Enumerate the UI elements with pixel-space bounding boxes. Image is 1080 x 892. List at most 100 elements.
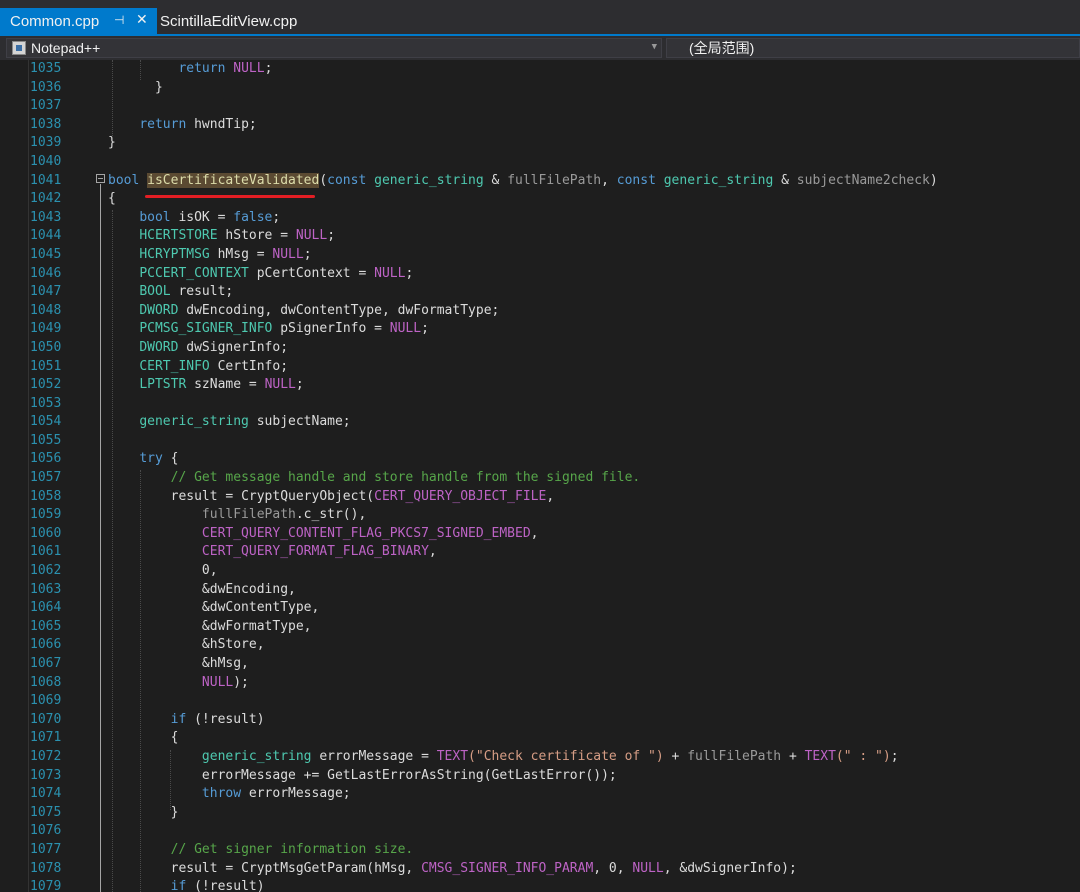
keyword: const: [616, 172, 656, 188]
code-text-run: (: [319, 172, 328, 188]
keyword: bool: [139, 209, 171, 225]
type-name: LPTSTR: [139, 377, 187, 393]
code-line: generic_string subjectName;: [108, 413, 1078, 432]
line-number: 1048: [30, 302, 62, 318]
line-number: 1073: [30, 767, 62, 783]
code-text-run: &dwEncoding,: [201, 581, 296, 597]
line-number: 1059: [30, 507, 62, 523]
macro: NULL: [201, 674, 234, 690]
line-number: 1039: [30, 135, 62, 151]
macro: NULL: [632, 860, 664, 876]
code-text-run: }: [154, 79, 163, 95]
macro: CMSG_SIGNER_INFO_PARAM: [421, 860, 594, 876]
function-name-highlight[interactable]: isCertificateValidated: [147, 172, 320, 188]
line-number: 1075: [30, 804, 62, 820]
string-literal: ("Check certificate of "): [468, 748, 664, 764]
code-text-run: +: [663, 748, 688, 764]
type-name: BOOL: [139, 284, 171, 300]
code-text-run: &: [483, 172, 508, 188]
code-line: BOOL result;: [108, 283, 1078, 302]
macro: NULL: [295, 228, 328, 244]
code-text-run: result = CryptQueryObject(: [170, 488, 375, 504]
code-text-run: ;: [421, 321, 429, 337]
code-text-run: ;: [272, 209, 281, 225]
code-text-run: ,: [546, 488, 555, 504]
scope-label: (全局范围): [689, 40, 755, 56]
type-name: HCERTSTORE: [139, 228, 218, 244]
code-line: generic_string errorMessage = TEXT("Chec…: [108, 748, 1078, 767]
keyword: return: [178, 61, 226, 76]
line-number: 1074: [30, 786, 62, 802]
project-icon: [12, 41, 26, 55]
code-text-run: errorMessage;: [241, 786, 351, 802]
code-text-run: {: [162, 451, 179, 467]
code-line: &hMsg,: [108, 655, 1078, 674]
project-dropdown[interactable]: Notepad++ ▼: [6, 38, 662, 58]
code-text-run: szName =: [186, 377, 265, 393]
code-text-run: {: [108, 191, 116, 207]
line-number: 1051: [30, 358, 62, 374]
type-name: DWORD: [139, 339, 179, 355]
code-text-run: );: [233, 674, 249, 690]
code-text-run: , 0,: [593, 860, 633, 876]
code-line: &dwFormatType,: [108, 618, 1078, 637]
code-line: CERT_QUERY_CONTENT_FLAG_PKCS7_SIGNED_EMB…: [108, 525, 1078, 544]
code-text-run: }: [108, 135, 116, 151]
tab-scintillaeditview-cpp[interactable]: ScintillaEditView.cpp: [160, 8, 297, 34]
line-number: 1043: [30, 209, 62, 225]
line-number: 1054: [30, 414, 62, 430]
code-text-run: +: [781, 748, 805, 764]
code-line: PCMSG_SIGNER_INFO pSignerInfo = NULL;: [108, 320, 1078, 339]
code-text-run: ;: [264, 61, 273, 76]
line-number: 1055: [30, 432, 62, 448]
line-number-gutter: 1035 1036 1037 1038 1039 1040 1041 1042 1043 1044…: [30, 60, 70, 892]
type-name: generic_string: [374, 172, 484, 188]
scope-dropdown[interactable]: (全局范围): [666, 38, 1080, 58]
type-name: PCMSG_SIGNER_INFO: [139, 321, 273, 337]
code-text-run: &: [773, 172, 797, 188]
code-line: throw errorMessage;: [108, 785, 1078, 804]
code-text-run: subjectName;: [248, 414, 351, 430]
fold-guide: [100, 184, 101, 892]
type-name: generic_string: [663, 172, 774, 188]
close-icon[interactable]: ✕: [136, 11, 148, 28]
chevron-down-icon[interactable]: ▼: [652, 42, 657, 52]
keyword: if: [170, 711, 187, 727]
macro: NULL: [374, 265, 406, 281]
keyword: false: [233, 209, 273, 225]
line-number: 1065: [30, 618, 62, 634]
parameter-name: subjectName2check: [796, 172, 930, 188]
line-number: 1045: [30, 246, 62, 262]
code-text-run: isOK =: [170, 209, 234, 225]
line-number: 1062: [30, 563, 62, 579]
line-number: 1066: [30, 637, 62, 653]
line-number: 1044: [30, 228, 62, 244]
line-number: 1077: [30, 841, 62, 857]
macro: NULL: [389, 321, 422, 337]
line-number: 1069: [30, 693, 62, 709]
code-text-run: errorMessage += GetLastErrorAsString(Get…: [201, 767, 617, 783]
collapse-icon[interactable]: [96, 174, 105, 183]
code-text-run: ): [929, 172, 938, 188]
line-number: 1042: [30, 191, 62, 207]
line-number: 1057: [30, 470, 62, 486]
line-number: 1064: [30, 600, 62, 616]
document-tab-bar: Common.cpp ⊣ ✕ ScintillaEditView.cpp: [0, 0, 1080, 34]
tab-common-cpp[interactable]: Common.cpp ⊣ ✕: [0, 8, 157, 34]
macro: TEXT: [804, 748, 836, 764]
pin-icon[interactable]: ⊣: [114, 13, 124, 27]
code-editor[interactable]: 1035 1036 1037 1038 1039 1040 1041 1042 1043 1044…: [0, 60, 1080, 892]
code-text[interactable]: return NULL; } return hwndTip; } bool is…: [108, 60, 1078, 892]
indicator-margin: [0, 60, 29, 892]
keyword: const: [327, 172, 367, 188]
macro: CERT_QUERY_CONTENT_FLAG_PKCS7_SIGNED_EMB…: [201, 525, 531, 541]
macro: CERT_QUERY_OBJECT_FILE: [374, 488, 547, 504]
comment: // Get signer information size.: [170, 841, 414, 857]
code-text-run: errorMessage =: [311, 748, 437, 764]
code-text-run: &dwContentType,: [201, 600, 320, 616]
code-text-run: pSignerInfo =: [272, 321, 390, 337]
code-text-run: {: [170, 730, 179, 746]
code-line: CERT_INFO CertInfo;: [108, 358, 1078, 377]
